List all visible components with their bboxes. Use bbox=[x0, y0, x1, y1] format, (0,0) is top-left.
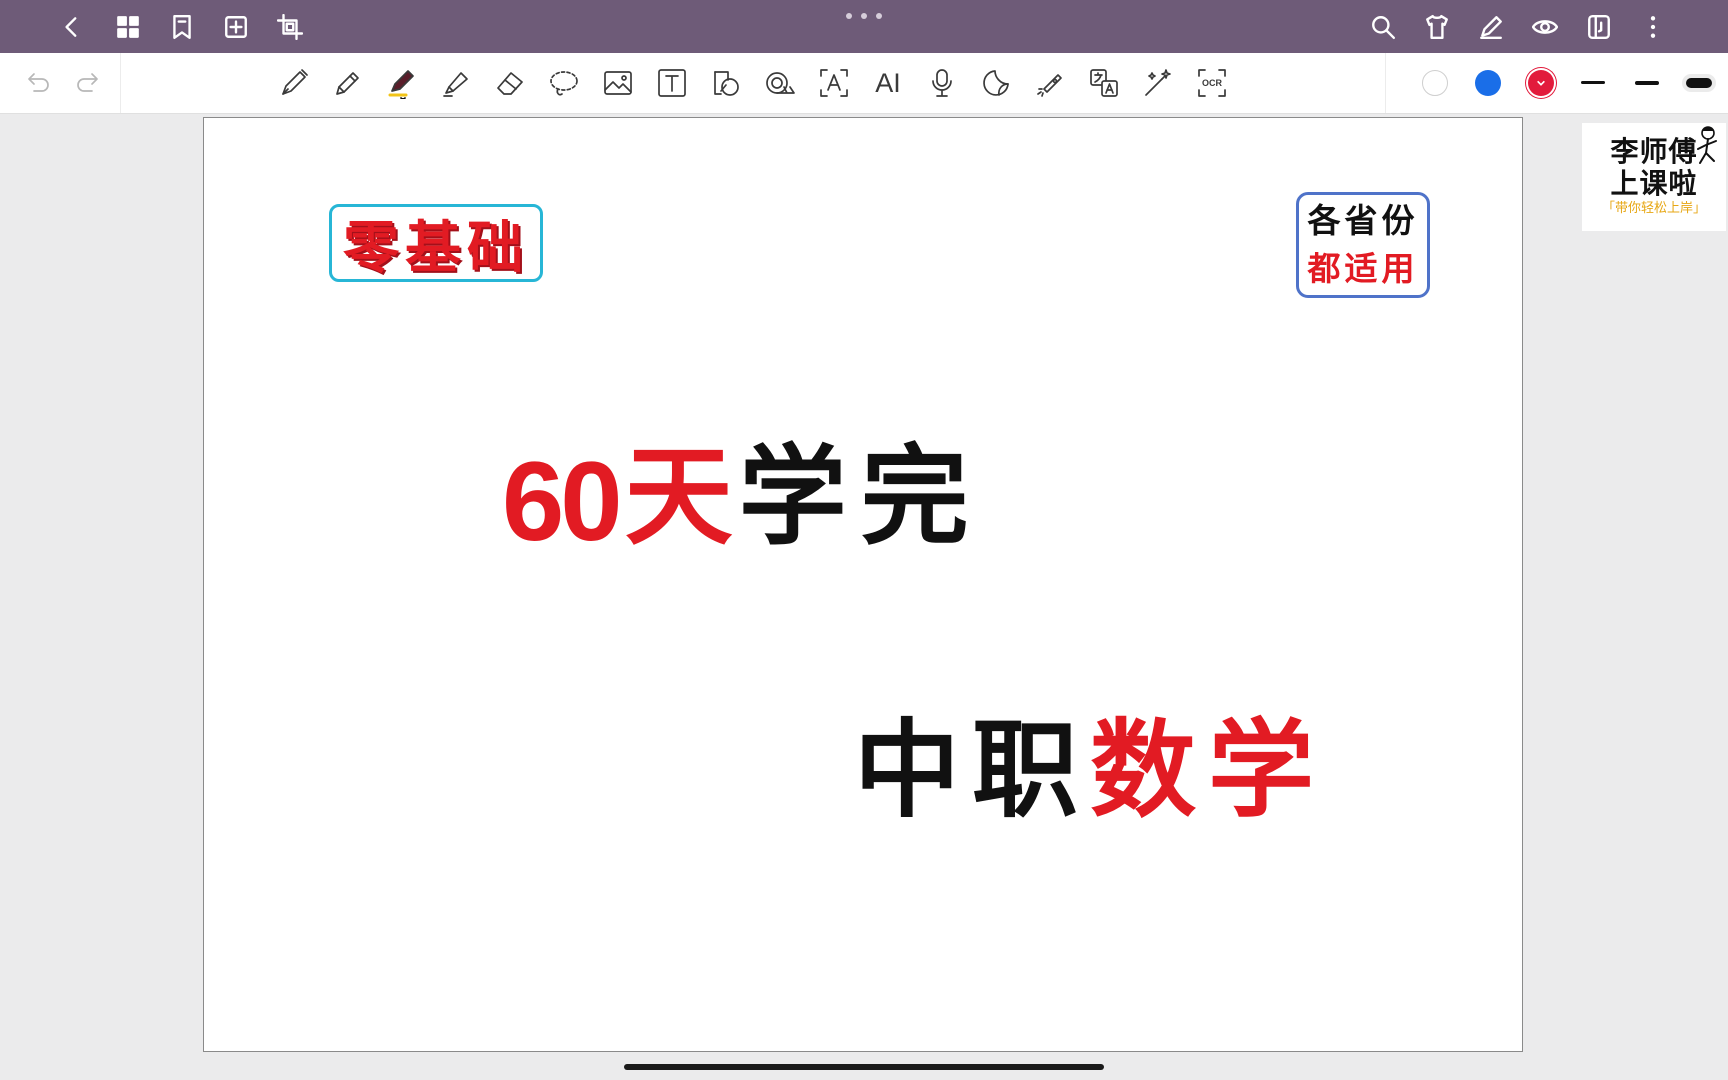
subject-math: 数学 bbox=[1090, 707, 1326, 832]
shirt-icon[interactable] bbox=[1418, 8, 1456, 46]
tape-icon[interactable] bbox=[760, 65, 800, 101]
color-swatch-blue[interactable] bbox=[1475, 70, 1501, 96]
sticker-icon[interactable] bbox=[976, 65, 1016, 101]
home-indicator[interactable] bbox=[624, 1064, 1104, 1070]
badge-all-provinces: 各省份 都适用 bbox=[1296, 192, 1430, 298]
color-swatch-red[interactable] bbox=[1528, 70, 1554, 96]
logo-line-class: 上课啦 bbox=[1610, 167, 1698, 200]
bookmark-icon[interactable] bbox=[163, 8, 201, 46]
top-bar bbox=[0, 0, 1728, 53]
note-page[interactable]: 零基础 各省份 都适用 60 天 学完 中职 数学 bbox=[203, 117, 1523, 1052]
highlighter-icon[interactable] bbox=[436, 65, 476, 101]
add-page-icon[interactable] bbox=[217, 8, 255, 46]
badge-line-provinces: 各省份 bbox=[1307, 201, 1419, 240]
text-box-icon[interactable] bbox=[652, 65, 692, 101]
crop-icon[interactable] bbox=[271, 8, 309, 46]
color-swatch-white[interactable] bbox=[1422, 70, 1448, 96]
color-palette bbox=[1385, 53, 1728, 113]
pencil-icon[interactable] bbox=[328, 65, 368, 101]
undo-icon[interactable] bbox=[18, 65, 58, 101]
channel-logo: 李师傅 上课啦 「带你轻松上岸」 bbox=[1582, 123, 1726, 231]
text-recognition-icon[interactable] bbox=[814, 65, 854, 101]
undo-redo-group bbox=[0, 53, 121, 113]
more-vertical-icon[interactable] bbox=[1634, 8, 1672, 46]
headline-finish: 学完 bbox=[738, 434, 983, 560]
cartoon-figure-icon bbox=[1697, 126, 1717, 164]
logo-slogan: 「带你轻松上岸」 bbox=[1601, 201, 1706, 216]
headline-days: 天 bbox=[624, 434, 733, 560]
back-icon[interactable] bbox=[53, 8, 91, 46]
headline-number: 60 bbox=[502, 439, 623, 564]
window-handle[interactable] bbox=[846, 13, 882, 23]
stroke-width-medium[interactable] bbox=[1635, 81, 1659, 85]
subject-vocational: 中职 bbox=[854, 707, 1090, 832]
eraser-icon[interactable] bbox=[490, 65, 530, 101]
stroke-width-thick[interactable] bbox=[1686, 78, 1712, 88]
magic-wand-icon[interactable] bbox=[1138, 65, 1178, 101]
lasso-icon[interactable] bbox=[544, 65, 584, 101]
image-icon[interactable] bbox=[598, 65, 638, 101]
chevron-down-icon bbox=[1537, 80, 1545, 86]
tool-bar: AI OCR bbox=[0, 53, 1728, 114]
translate-icon[interactable] bbox=[1084, 65, 1124, 101]
search-icon[interactable] bbox=[1364, 8, 1402, 46]
ai-text-icon[interactable]: AI bbox=[868, 65, 908, 101]
shape-icon[interactable] bbox=[706, 65, 746, 101]
ocr-icon[interactable]: OCR bbox=[1192, 65, 1232, 101]
grid-icon[interactable] bbox=[109, 8, 147, 46]
fountain-pen-icon[interactable] bbox=[274, 65, 314, 101]
headline: 60 天 学完 bbox=[502, 434, 983, 566]
marker-pen-icon[interactable] bbox=[382, 65, 422, 101]
pen-edit-icon[interactable] bbox=[1472, 8, 1510, 46]
badge-zero-basics: 零基础 bbox=[329, 204, 543, 282]
microphone-icon[interactable] bbox=[922, 65, 962, 101]
subject-title: 中职 数学 bbox=[854, 707, 1326, 838]
split-view-icon[interactable] bbox=[1580, 8, 1618, 46]
laser-pointer-icon[interactable] bbox=[1030, 65, 1070, 101]
eye-icon[interactable] bbox=[1526, 8, 1564, 46]
stroke-width-thin[interactable] bbox=[1581, 81, 1605, 84]
redo-icon[interactable] bbox=[68, 65, 108, 101]
logo-line-name: 李师傅 bbox=[1610, 135, 1698, 168]
badge-line-applicable: 都适用 bbox=[1307, 249, 1419, 288]
